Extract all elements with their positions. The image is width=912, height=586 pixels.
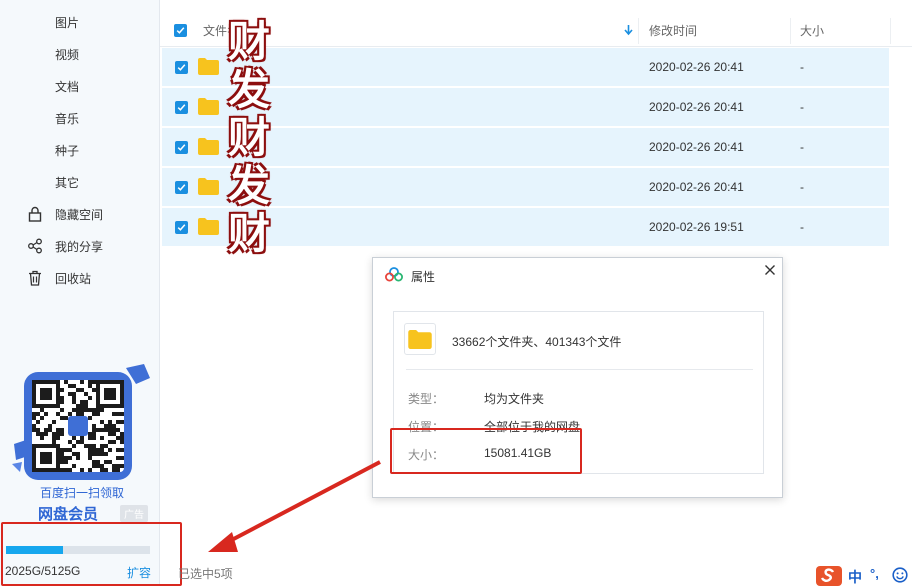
ime-toolbar[interactable]: 中 °,: [814, 565, 912, 586]
annotation-arrow: [208, 460, 381, 552]
selection-status: 已选中5项: [178, 567, 233, 581]
ime-mode[interactable]: 中: [848, 567, 862, 586]
sogou-logo-icon: [816, 566, 842, 586]
ime-punctuation[interactable]: °,: [870, 566, 879, 581]
emoji-icon[interactable]: [892, 567, 908, 583]
